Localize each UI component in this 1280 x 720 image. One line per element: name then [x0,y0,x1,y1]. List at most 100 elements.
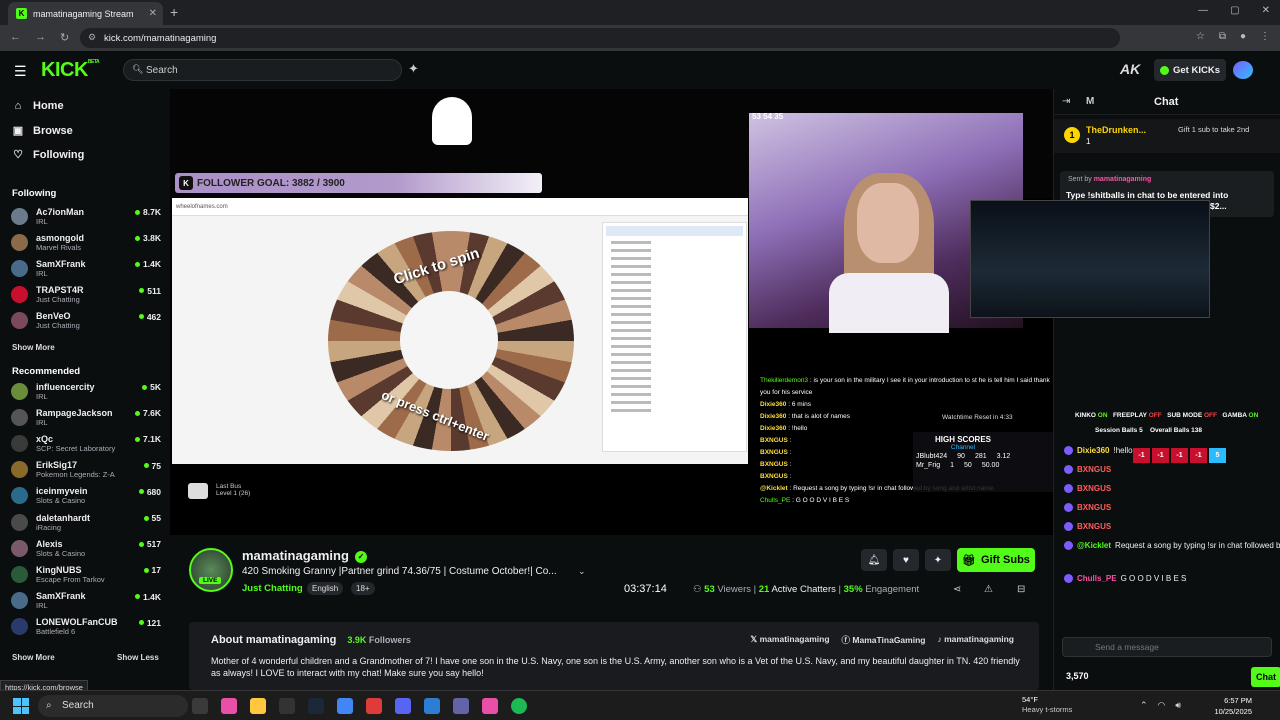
sidebar-channel-following[interactable]: BenVeO Just Chatting 462 [11,309,161,333]
back-icon[interactable]: ← [10,31,21,44]
chat-username[interactable]: Dixie360 [1077,446,1109,455]
task-view-icon[interactable] [192,698,208,714]
tag-age[interactable]: 18+ [351,582,375,595]
sidebar-channel-following[interactable]: Ac7ionMan IRL 8.7K [11,204,161,228]
chat-input[interactable]: Send a message [1062,637,1272,657]
browser-tab[interactable]: K mamatinagaming Stream ✕ [8,2,163,25]
gift-subs-button[interactable]: 🎁︎ Gift Subs [957,548,1035,572]
collapse-chat-icon[interactable]: ⇥ [1062,96,1070,107]
close-window-icon[interactable]: ✕ [1262,5,1270,16]
sidebar-home[interactable]: ⌂ Home [12,100,64,112]
sparkle-icon[interactable]: ✦ [408,61,419,77]
menu-dots-icon[interactable]: ⋮ [1260,31,1270,42]
chat-message[interactable]: @Kicklet Request a song by typing !sr in … [1064,541,1280,550]
x-social-link[interactable]: 𝕏 mamatinagaming [750,634,829,646]
sidebar-channel-recommended[interactable]: RampageJackson IRL 7.6K [11,405,161,429]
chat-username[interactable]: Chulls_PE [1077,574,1117,583]
wifi-icon[interactable]: ◠ [1158,700,1166,711]
share-icon[interactable]: ⋖ [953,584,961,595]
sidebar-channel-recommended[interactable]: iceinmyvein Slots & Casino 680 [11,484,161,508]
sidebar-channel-recommended[interactable]: Alexis Slots & Casino 517 [11,536,161,560]
video-player[interactable]: K FOLLOWER GOAL: 3882 / 3900 wheelofname… [170,89,1053,535]
tag-language[interactable]: English [307,582,344,595]
taskbar-search[interactable]: ⌕ Search [38,695,188,717]
new-tab-icon[interactable]: + [170,4,178,20]
bookmark-star-icon[interactable]: ☆ [1196,31,1205,42]
sidebar-channel-recommended[interactable]: influencercity IRL 5K [11,379,161,403]
sidebar-channel-recommended[interactable]: ErikSig17 Pokemon Legends: Z-A 75 [11,458,161,482]
volume-icon[interactable]: 🔊︎ [1175,700,1181,711]
show-more-following[interactable]: Show More [12,343,55,352]
clock[interactable]: 6:57 PM 10/25/2025 [1206,695,1252,717]
chat-message[interactable]: BXNGUS [1064,465,1115,474]
maximize-icon[interactable]: ▢ [1230,5,1239,16]
sidebar-following[interactable]: ♡ Following [12,148,84,162]
notifications-bell-button[interactable]: 🔔︎ [861,549,887,571]
sidebar-channel-recommended[interactable]: daletanhardt iRacing 55 [11,510,161,534]
user-avatar[interactable] [1233,61,1253,79]
sidebar-channel-following[interactable]: SamXFrank IRL 1.4K [11,256,161,280]
show-less-recommended[interactable]: Show Less [117,653,159,662]
windows-start-icon[interactable] [13,698,29,714]
discord-icon[interactable] [395,698,411,714]
chat-username[interactable]: BXNGUS [1077,465,1111,474]
gift-prompt[interactable]: Gift 1 sub to take 2nd [1178,125,1274,135]
stream-category[interactable]: Just Chatting [242,583,303,594]
kick-logo[interactable]: KICKBETA [41,59,100,82]
sidebar-browse[interactable]: ▣ Browse [12,124,73,138]
chat-message[interactable]: Dixie360 !hello [1064,446,1133,455]
app-icon-2[interactable] [424,698,440,714]
chat-message[interactable]: BXNGUS [1064,522,1115,531]
sidebar-channel-following[interactable]: TRAPST4R Just Chatting 511 [11,283,161,307]
chat-username[interactable]: @Kicklet [1077,541,1111,550]
teams-icon[interactable] [453,698,469,714]
file-explorer-icon[interactable] [250,698,266,714]
spotify-icon[interactable] [511,698,527,714]
get-kicks-button[interactable]: Get KICKs [1154,59,1226,81]
facebook-social-link[interactable]: ⓕ MamaTinaGaming [842,634,926,646]
chat-message[interactable]: BXNGUS [1064,484,1115,493]
sidebar-channel-recommended[interactable]: LONEWOLFanCUB Battlefield 6 121 [11,615,161,639]
chat-message[interactable]: Chulls_PE G O O D V I B E S [1064,574,1186,583]
report-icon[interactable]: ⚠ [984,584,993,595]
profile-icon[interactable]: ● [1240,31,1246,42]
clip-button[interactable]: ✦ [925,549,951,571]
channel-name[interactable]: mamatinagaming ✓ [242,548,367,563]
sidebar-channel-recommended[interactable]: KingNUBS Escape From Tarkov 17 [11,562,161,586]
kicks-balance[interactable]: 3,570 [1066,671,1089,681]
ak-logo[interactable]: AK [1120,61,1140,77]
app-icon[interactable] [366,698,382,714]
url-field[interactable]: ⚙ kick.com/mamatinagaming [80,28,1120,48]
chat-username[interactable]: BXNGUS [1077,503,1111,512]
tiktok-social-link[interactable]: ♪ mamatinagaming [937,634,1014,646]
follow-heart-button[interactable]: ♥ [893,549,919,571]
weather-widget[interactable]: 54°F Heavy t-storms [1022,695,1072,715]
close-tab-icon[interactable]: ✕ [149,8,157,19]
more-options-icon[interactable]: ⊟ [1017,584,1025,595]
search-input[interactable]: 🔍︎ Search [123,59,402,81]
top-gifter[interactable]: TheDrunken... [1086,125,1146,135]
menu-hamburger-icon[interactable]: ☰ [14,63,27,80]
channel-avatar[interactable] [189,548,233,592]
forward-icon[interactable]: → [35,31,46,44]
chrome-icon[interactable] [337,698,353,714]
show-more-recommended[interactable]: Show More [12,653,55,662]
reload-icon[interactable]: ↻ [60,31,69,44]
copilot-icon[interactable] [221,698,237,714]
maps-icon[interactable] [482,698,498,714]
send-chat-button[interactable]: Chat [1251,667,1280,687]
chat-username[interactable]: BXNGUS [1077,522,1111,531]
chat-mode-m[interactable]: M [1086,96,1094,107]
chat-username[interactable]: BXNGUS [1077,484,1111,493]
chevron-down-icon[interactable]: ⌄ [578,566,586,577]
chevron-up-icon[interactable]: ⌃ [1140,700,1148,711]
minimize-icon[interactable]: — [1198,5,1208,16]
chat-message[interactable]: BXNGUS [1064,503,1115,512]
extensions-icon[interactable]: ⧉ [1219,31,1226,42]
sidebar-channel-following[interactable]: asmongold Marvel Rivals 3.8K [11,230,161,254]
steam-icon[interactable] [308,698,324,714]
sidebar-channel-recommended[interactable]: xQc SCP: Secret Laboratory 7.1K [11,431,161,455]
site-info-icon[interactable]: ⚙ [88,32,96,43]
sidebar-channel-recommended[interactable]: SamXFrank IRL 1.4K [11,589,161,613]
epic-games-icon[interactable] [279,698,295,714]
